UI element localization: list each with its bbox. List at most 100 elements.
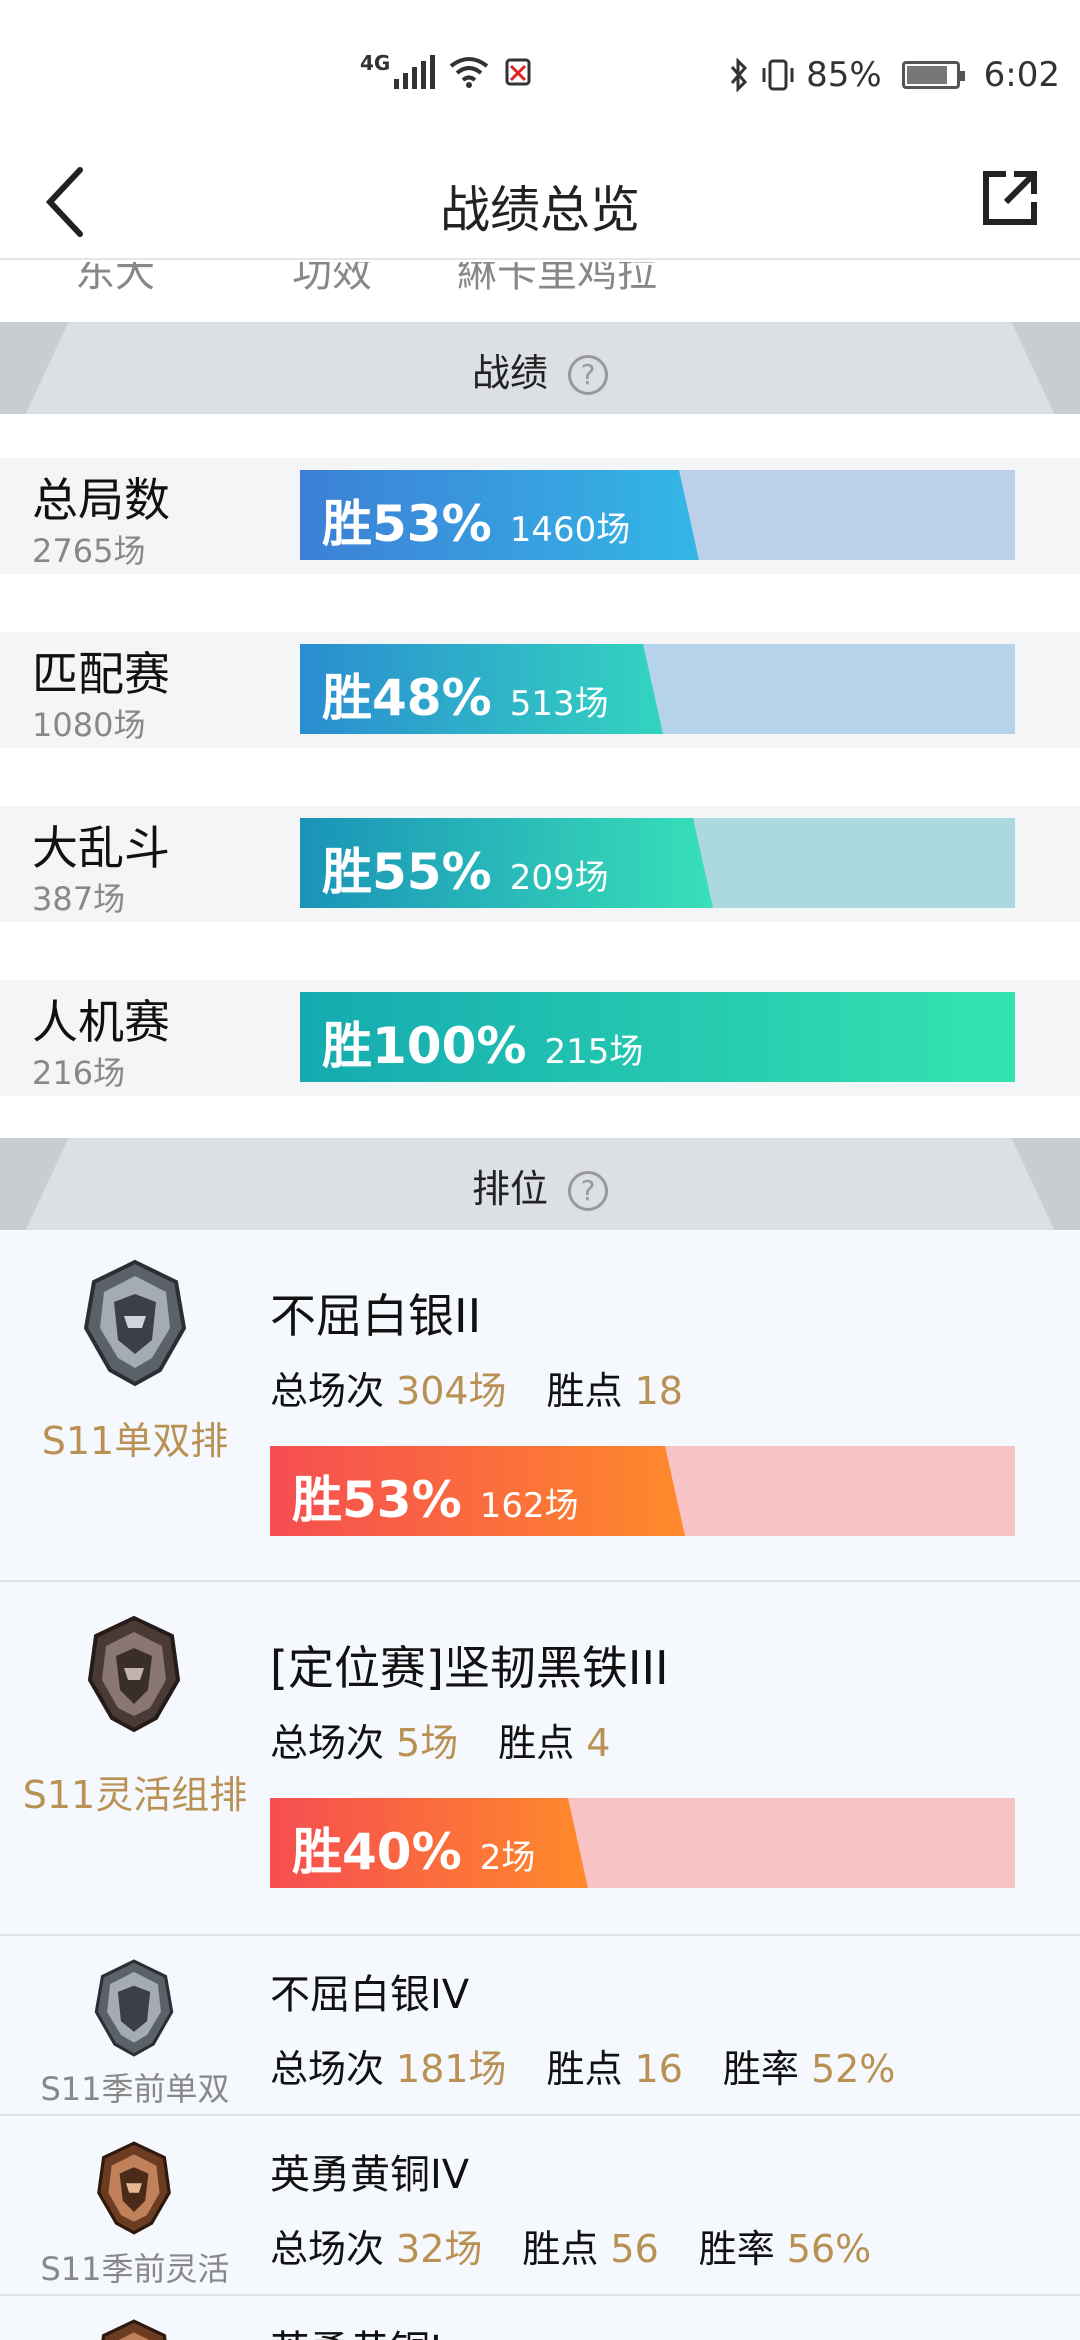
share-external-icon[interactable]: [980, 168, 1040, 228]
bluetooth-icon: [730, 58, 748, 92]
stat-row[interactable]: 匹配赛 1080场 胜48% 513场: [0, 632, 1080, 748]
rank-name: [定位赛]坚韧黑铁III: [270, 1641, 669, 1695]
rank-meta: 总场次 32场 胜点 56 胜率 56%: [270, 2218, 911, 2273]
stat-row[interactable]: 人机赛 216场 胜100% 215场: [0, 980, 1080, 1096]
lp-label: 胜点: [546, 1369, 623, 1413]
battery-icon: [901, 61, 965, 89]
tab-clipped[interactable]: 綝卡里鸡拉: [457, 262, 657, 298]
help-icon[interactable]: ?: [568, 355, 608, 395]
rank-meta: 总场次 5场 胜点 4: [270, 1712, 650, 1767]
rank-name: 不屈白银II: [270, 1289, 482, 1343]
bar-label: 胜40% 2场: [292, 1812, 535, 1884]
win-percent: 胜48%: [322, 669, 492, 727]
win-percent: 胜40%: [292, 1823, 462, 1881]
battery-percent: 85%: [806, 55, 882, 95]
win-percent: 胜100%: [322, 1017, 527, 1075]
win-games: 513场: [509, 684, 609, 724]
mode-total: 2765场: [32, 532, 146, 570]
app-notification-icon: [505, 58, 531, 86]
silver-emblem-icon: [83, 1259, 187, 1387]
win-rate-bar: 胜53% 162场: [270, 1446, 1015, 1536]
win-percent: 胜53%: [292, 1471, 462, 1529]
vibrate-icon: [762, 59, 794, 91]
clock: 6:02: [983, 55, 1060, 95]
stat-row[interactable]: 总局数 2765场 胜53% 1460场: [0, 458, 1080, 574]
bar-label: 胜55% 209场: [322, 832, 609, 904]
games-label: 总场次: [270, 2047, 385, 2091]
bar-label: 胜53% 1460场: [322, 484, 630, 556]
rate-value: 52%: [810, 2047, 896, 2091]
bronze-emblem-icon: [101, 2319, 167, 2340]
status-bar: 4G 85% 6:02: [0, 0, 1080, 150]
mode-name: 大乱斗: [32, 821, 170, 875]
win-rate-bar: 胜53% 1460场: [300, 470, 1015, 560]
win-games: 1460场: [509, 510, 631, 550]
rank-name: 英勇黄铜IV: [270, 2152, 470, 2198]
mode-total: 387场: [32, 880, 126, 918]
tab-clipped[interactable]: 东大: [75, 262, 155, 298]
lp-label: 胜点: [522, 2227, 599, 2271]
win-percent: 胜53%: [322, 495, 492, 553]
rank-card[interactable]: S11季前单双 不屈白银IV 总场次 181场 胜点 16 胜率 52%: [0, 1936, 1080, 2116]
wifi-icon: [450, 57, 489, 88]
iron-emblem-icon: [87, 1615, 181, 1733]
section-header-stats: 战绩?: [0, 322, 1080, 414]
rank-name: 英勇黄铜I: [270, 2318, 442, 2340]
games-label: 总场次: [270, 1369, 385, 1413]
mode-name: 总局数: [32, 473, 170, 527]
lp-value: 56: [610, 2227, 659, 2271]
games-value: 32场: [396, 2227, 483, 2271]
rank-name: 不屈白银IV: [270, 1972, 470, 2018]
rate-label: 胜率: [698, 2227, 775, 2271]
win-rate-bar: 胜55% 209场: [300, 818, 1015, 908]
games-value: 304场: [396, 1369, 507, 1413]
section-header-ranked: 排位?: [0, 1138, 1080, 1230]
lp-label: 胜点: [546, 2047, 623, 2091]
section-title: 战绩?: [0, 342, 1080, 397]
queue-name: S11单双排: [41, 1419, 229, 1463]
nav-header: 战绩总览: [0, 150, 1080, 260]
bronze-emblem-icon: [97, 2141, 171, 2235]
lp-value: 4: [586, 1721, 611, 1765]
rank-card[interactable]: 英勇黄铜I: [0, 2296, 1080, 2340]
games-label: 总场次: [270, 2227, 385, 2271]
win-games: 215场: [544, 1032, 644, 1072]
page-title: 战绩总览: [440, 181, 640, 239]
rank-card[interactable]: S11灵活组排 [定位赛]坚韧黑铁III 总场次 5场 胜点 4 胜40% 2场: [0, 1582, 1080, 1936]
clipped-tab-row: 东大 功效 綝卡里鸡拉: [0, 262, 1080, 322]
win-games: 162场: [479, 1486, 579, 1526]
win-percent: 胜55%: [322, 843, 492, 901]
section-title-text: 战绩: [471, 351, 548, 395]
queue-name: S11季前灵活: [40, 2250, 230, 2288]
mode-name: 人机赛: [32, 995, 170, 1049]
queue-name: S11灵活组排: [22, 1773, 248, 1817]
win-rate-bar: 胜40% 2场: [270, 1798, 1015, 1888]
mode-name: 匹配赛: [32, 647, 170, 701]
status-left: 4G: [360, 51, 533, 89]
silver-emblem-icon: [94, 1959, 174, 2057]
rank-card[interactable]: S11单双排 不屈白银II 总场次 304场 胜点 18 胜53% 162场: [0, 1230, 1080, 1582]
section-title-text: 排位: [471, 1167, 548, 1211]
bar-label: 胜53% 162场: [292, 1460, 579, 1532]
network-type: 4G: [360, 51, 391, 75]
games-value: 181场: [396, 2047, 507, 2091]
rate-value: 56%: [786, 2227, 872, 2271]
help-icon[interactable]: ?: [568, 1171, 608, 1211]
signal-icon: [394, 55, 436, 89]
win-rate-bar: 胜100% 215场: [300, 992, 1015, 1082]
mode-total: 216场: [32, 1054, 126, 1092]
tab-clipped[interactable]: 功效: [292, 262, 372, 298]
rate-label: 胜率: [722, 2047, 799, 2091]
rank-meta: 总场次 181场 胜点 16 胜率 52%: [270, 2038, 935, 2093]
games-value: 5场: [396, 1721, 459, 1765]
games-label: 总场次: [270, 1721, 385, 1765]
win-rate-bar: 胜48% 513场: [300, 644, 1015, 734]
lp-value: 16: [634, 2047, 683, 2091]
status-right: 85% 6:02: [728, 55, 1060, 95]
stat-row[interactable]: 大乱斗 387场 胜55% 209场: [0, 806, 1080, 922]
rank-card[interactable]: S11季前灵活 英勇黄铜IV 总场次 32场 胜点 56 胜率 56%: [0, 2116, 1080, 2296]
lp-value: 18: [634, 1369, 683, 1413]
lp-label: 胜点: [498, 1721, 575, 1765]
win-games: 2场: [479, 1838, 536, 1878]
bar-label: 胜48% 513场: [322, 658, 609, 730]
